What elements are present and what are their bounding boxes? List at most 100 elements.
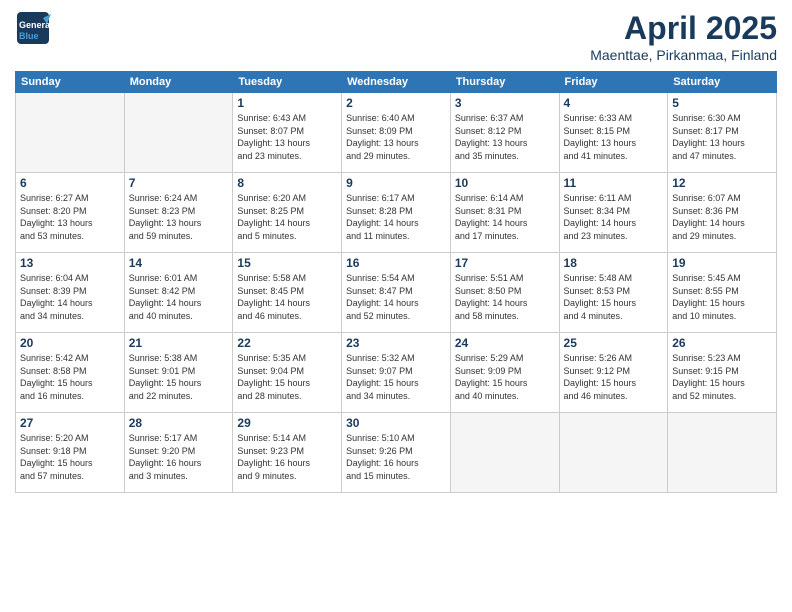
calendar-cell: 25 Sunrise: 5:26 AM Sunset: 9:12 PM Dayli…	[559, 333, 668, 413]
calendar-cell: 13 Sunrise: 6:04 AM Sunset: 8:39 PM Dayli…	[16, 253, 125, 333]
calendar-cell: 20 Sunrise: 5:42 AM Sunset: 8:58 PM Dayli…	[16, 333, 125, 413]
week-row: 27 Sunrise: 5:20 AM Sunset: 9:18 PM Dayli…	[16, 413, 777, 493]
day-number: 26	[672, 336, 772, 350]
week-row: 1Sunrise: 6:43 AM Sunset: 8:07 PM Daylig…	[16, 93, 777, 173]
calendar-cell: 29Sunrise: 5:14 AM Sunset: 9:23 PM Dayli…	[233, 413, 342, 493]
day-info: Sunrise: 5:58 AM Sunset: 8:45 PM Dayligh…	[237, 272, 337, 322]
day-number: 1	[237, 96, 337, 110]
day-number: 5	[672, 96, 772, 110]
day-info: Sunrise: 6:20 AM Sunset: 8:25 PM Dayligh…	[237, 192, 337, 242]
subtitle: Maenttae, Pirkanmaa, Finland	[590, 47, 777, 63]
day-number: 24	[455, 336, 555, 350]
week-row: 13 Sunrise: 6:04 AM Sunset: 8:39 PM Dayli…	[16, 253, 777, 333]
day-number: 3	[455, 96, 555, 110]
header: General Blue April 2025 Maenttae, Pirkan…	[15, 10, 777, 63]
calendar-cell: 16 Sunrise: 5:54 AM Sunset: 8:47 PM Dayli…	[342, 253, 451, 333]
calendar-cell: 18Sunrise: 5:48 AM Sunset: 8:53 PM Dayli…	[559, 253, 668, 333]
day-number: 9	[346, 176, 446, 190]
day-info: Sunrise: 5:20 AM Sunset: 9:18 PM Dayligh…	[20, 432, 120, 482]
day-info: Sunrise: 5:45 AM Sunset: 8:55 PM Dayligh…	[672, 272, 772, 322]
svg-text:Blue: Blue	[19, 31, 39, 41]
calendar-cell: 7 Sunrise: 6:24 AM Sunset: 8:23 PM Daylig…	[124, 173, 233, 253]
day-number: 21	[129, 336, 229, 350]
calendar-cell: 2Sunrise: 6:40 AM Sunset: 8:09 PM Daylig…	[342, 93, 451, 173]
week-row: 20 Sunrise: 5:42 AM Sunset: 8:58 PM Dayli…	[16, 333, 777, 413]
calendar-cell	[124, 93, 233, 173]
calendar-cell: 21 Sunrise: 5:38 AM Sunset: 9:01 PM Dayli…	[124, 333, 233, 413]
day-header-thursday: Thursday	[450, 72, 559, 93]
calendar-cell: 23 Sunrise: 5:32 AM Sunset: 9:07 PM Dayli…	[342, 333, 451, 413]
calendar-cell: 28Sunrise: 5:17 AM Sunset: 9:20 PM Dayli…	[124, 413, 233, 493]
day-info: Sunrise: 6:24 AM Sunset: 8:23 PM Dayligh…	[129, 192, 229, 242]
calendar-cell: 24 Sunrise: 5:29 AM Sunset: 9:09 PM Dayli…	[450, 333, 559, 413]
calendar-page: General Blue April 2025 Maenttae, Pirkan…	[0, 0, 792, 612]
calendar-cell: 22 Sunrise: 5:35 AM Sunset: 9:04 PM Dayli…	[233, 333, 342, 413]
calendar-cell: 9 Sunrise: 6:17 AM Sunset: 8:28 PM Daylig…	[342, 173, 451, 253]
day-info: Sunrise: 6:37 AM Sunset: 8:12 PM Dayligh…	[455, 112, 555, 162]
day-header-tuesday: Tuesday	[233, 72, 342, 93]
day-info: Sunrise: 5:35 AM Sunset: 9:04 PM Dayligh…	[237, 352, 337, 402]
title-block: April 2025 Maenttae, Pirkanmaa, Finland	[590, 10, 777, 63]
day-number: 14	[129, 256, 229, 270]
day-number: 15	[237, 256, 337, 270]
day-info: Sunrise: 5:38 AM Sunset: 9:01 PM Dayligh…	[129, 352, 229, 402]
calendar-cell: 11 Sunrise: 6:11 AM Sunset: 8:34 PM Dayli…	[559, 173, 668, 253]
day-number: 10	[455, 176, 555, 190]
day-info: Sunrise: 6:33 AM Sunset: 8:15 PM Dayligh…	[564, 112, 664, 162]
day-number: 20	[20, 336, 120, 350]
day-number: 13	[20, 256, 120, 270]
calendar-cell: 26 Sunrise: 5:23 AM Sunset: 9:15 PM Dayli…	[668, 333, 777, 413]
calendar-cell: 14Sunrise: 6:01 AM Sunset: 8:42 PM Dayli…	[124, 253, 233, 333]
day-number: 25	[564, 336, 664, 350]
calendar-cell: 4Sunrise: 6:33 AM Sunset: 8:15 PM Daylig…	[559, 93, 668, 173]
day-header-sunday: Sunday	[16, 72, 125, 93]
day-info: Sunrise: 6:11 AM Sunset: 8:34 PM Dayligh…	[564, 192, 664, 242]
day-info: Sunrise: 5:23 AM Sunset: 9:15 PM Dayligh…	[672, 352, 772, 402]
calendar-cell: 6 Sunrise: 6:27 AM Sunset: 8:20 PM Daylig…	[16, 173, 125, 253]
day-info: Sunrise: 5:32 AM Sunset: 9:07 PM Dayligh…	[346, 352, 446, 402]
day-number: 11	[564, 176, 664, 190]
day-number: 22	[237, 336, 337, 350]
day-number: 8	[237, 176, 337, 190]
calendar-cell: 17Sunrise: 5:51 AM Sunset: 8:50 PM Dayli…	[450, 253, 559, 333]
day-info: Sunrise: 5:14 AM Sunset: 9:23 PM Dayligh…	[237, 432, 337, 482]
logo: General Blue	[15, 10, 51, 46]
calendar-cell: 10Sunrise: 6:14 AM Sunset: 8:31 PM Dayli…	[450, 173, 559, 253]
day-number: 16	[346, 256, 446, 270]
day-info: Sunrise: 5:54 AM Sunset: 8:47 PM Dayligh…	[346, 272, 446, 322]
day-header-friday: Friday	[559, 72, 668, 93]
calendar-cell: 30 Sunrise: 5:10 AM Sunset: 9:26 PM Dayli…	[342, 413, 451, 493]
day-info: Sunrise: 6:07 AM Sunset: 8:36 PM Dayligh…	[672, 192, 772, 242]
calendar-cell: 12 Sunrise: 6:07 AM Sunset: 8:36 PM Dayli…	[668, 173, 777, 253]
day-info: Sunrise: 5:26 AM Sunset: 9:12 PM Dayligh…	[564, 352, 664, 402]
day-number: 2	[346, 96, 446, 110]
calendar-cell: 19 Sunrise: 5:45 AM Sunset: 8:55 PM Dayli…	[668, 253, 777, 333]
main-title: April 2025	[590, 10, 777, 47]
day-header-saturday: Saturday	[668, 72, 777, 93]
day-number: 27	[20, 416, 120, 430]
day-number: 17	[455, 256, 555, 270]
day-number: 7	[129, 176, 229, 190]
day-info: Sunrise: 6:17 AM Sunset: 8:28 PM Dayligh…	[346, 192, 446, 242]
calendar-cell	[559, 413, 668, 493]
day-info: Sunrise: 5:42 AM Sunset: 8:58 PM Dayligh…	[20, 352, 120, 402]
calendar-cell: 3 Sunrise: 6:37 AM Sunset: 8:12 PM Daylig…	[450, 93, 559, 173]
calendar-cell: 5Sunrise: 6:30 AM Sunset: 8:17 PM Daylig…	[668, 93, 777, 173]
calendar-cell	[16, 93, 125, 173]
day-info: Sunrise: 5:10 AM Sunset: 9:26 PM Dayligh…	[346, 432, 446, 482]
day-info: Sunrise: 6:04 AM Sunset: 8:39 PM Dayligh…	[20, 272, 120, 322]
week-row: 6 Sunrise: 6:27 AM Sunset: 8:20 PM Daylig…	[16, 173, 777, 253]
day-number: 23	[346, 336, 446, 350]
day-header-wednesday: Wednesday	[342, 72, 451, 93]
day-info: Sunrise: 6:27 AM Sunset: 8:20 PM Dayligh…	[20, 192, 120, 242]
calendar-cell: 15 Sunrise: 5:58 AM Sunset: 8:45 PM Dayli…	[233, 253, 342, 333]
calendar-table: SundayMondayTuesdayWednesdayThursdayFrid…	[15, 71, 777, 493]
day-info: Sunrise: 5:29 AM Sunset: 9:09 PM Dayligh…	[455, 352, 555, 402]
day-number: 30	[346, 416, 446, 430]
calendar-cell: 27 Sunrise: 5:20 AM Sunset: 9:18 PM Dayli…	[16, 413, 125, 493]
day-number: 6	[20, 176, 120, 190]
day-number: 18	[564, 256, 664, 270]
day-number: 12	[672, 176, 772, 190]
calendar-cell: 8 Sunrise: 6:20 AM Sunset: 8:25 PM Daylig…	[233, 173, 342, 253]
day-number: 19	[672, 256, 772, 270]
